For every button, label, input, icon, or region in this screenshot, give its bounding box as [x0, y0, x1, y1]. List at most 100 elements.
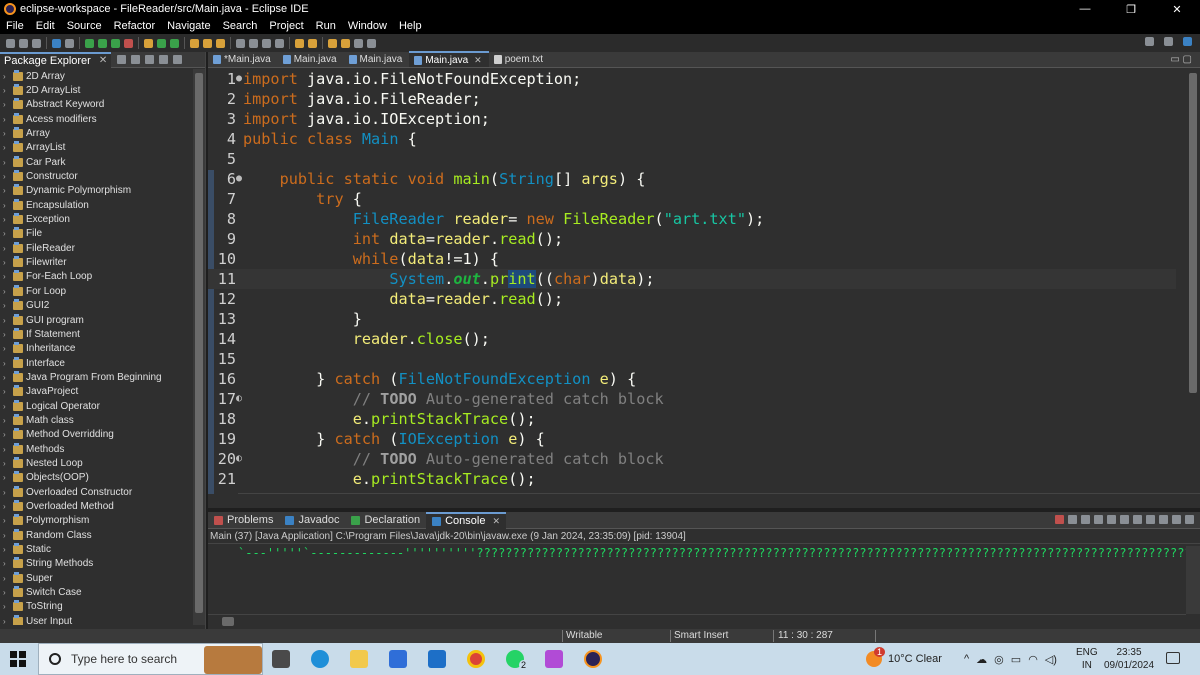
new-class-icon[interactable] — [170, 38, 179, 48]
taskbar-search-box[interactable]: Type here to search — [38, 643, 263, 675]
tree-item[interactable]: › Encapsulation — [0, 198, 192, 212]
code-line[interactable]: 9 int data=reader.read(); — [208, 229, 1176, 249]
tree-item[interactable]: › Math class — [0, 413, 192, 427]
fold-marker-icon[interactable]: ● — [236, 169, 242, 189]
chevron-right-icon[interactable]: › — [3, 387, 11, 396]
coverage-icon[interactable] — [111, 38, 120, 48]
console-output[interactable]: `---'''''`-------------''''''''''???????… — [208, 546, 1186, 560]
menu-project[interactable]: Project — [263, 20, 309, 32]
new-package-icon[interactable] — [157, 38, 166, 48]
chevron-right-icon[interactable]: › — [3, 143, 11, 152]
chevron-right-icon[interactable]: › — [3, 416, 11, 425]
chevron-right-icon[interactable]: › — [3, 545, 11, 554]
editor-tab[interactable]: Main.java — [344, 51, 410, 67]
chevron-right-icon[interactable]: › — [3, 531, 11, 540]
tree-item[interactable]: › Java Program From Beginning — [0, 370, 192, 384]
remove-launch-icon[interactable] — [1068, 515, 1077, 524]
chevron-right-icon[interactable]: › — [3, 158, 11, 167]
chevron-right-icon[interactable]: › — [3, 430, 11, 439]
chrome-icon[interactable] — [467, 650, 485, 668]
chevron-right-icon[interactable]: › — [3, 201, 11, 210]
tree-item[interactable]: › Random Class — [0, 528, 192, 542]
code-line[interactable]: 6 ● public static void main(String[] args… — [208, 169, 1176, 189]
code-line[interactable]: 7 try { — [208, 189, 1176, 209]
search-toolbar-icon[interactable] — [216, 38, 225, 48]
tree-item[interactable]: › Nested Loop — [0, 456, 192, 470]
wifi-icon[interactable]: ◠ — [1028, 653, 1038, 666]
code-area[interactable]: 1 ● import java.io.FileNotFoundException; 2… — [208, 69, 1176, 493]
minimize-view-icon[interactable] — [1172, 515, 1181, 524]
tree-item[interactable]: › User Input — [0, 614, 192, 625]
chevron-right-icon[interactable]: › — [3, 488, 11, 497]
package-explorer-scrollbar[interactable] — [193, 69, 205, 625]
menu-navigate[interactable]: Navigate — [161, 20, 216, 32]
scroll-lock-icon[interactable] — [1107, 515, 1116, 524]
clear-console-icon[interactable] — [1094, 515, 1103, 524]
menu-search[interactable]: Search — [217, 20, 264, 32]
tree-item[interactable]: › GUI2 — [0, 299, 192, 313]
menu-file[interactable]: File — [0, 20, 30, 32]
console-horizontal-scrollbar[interactable] — [208, 614, 1186, 627]
tree-item[interactable]: › GUI program — [0, 313, 192, 327]
chevron-right-icon[interactable]: › — [3, 100, 11, 109]
run-icon[interactable] — [98, 38, 107, 48]
forward-icon[interactable] — [341, 38, 350, 48]
remove-all-launches-icon[interactable] — [1081, 515, 1090, 524]
task-marker-icon[interactable]: ◐ — [236, 389, 242, 409]
tree-item[interactable]: › Overloaded Method — [0, 499, 192, 513]
notifications-icon[interactable] — [1166, 652, 1180, 664]
photo-editor-icon[interactable] — [545, 650, 563, 668]
tree-item[interactable]: › String Methods — [0, 557, 192, 571]
editor-scroll-thumb[interactable] — [1189, 73, 1197, 393]
chevron-right-icon[interactable]: › — [3, 516, 11, 525]
tab-javadoc[interactable]: Javadoc — [279, 512, 345, 529]
open-type-icon[interactable] — [190, 38, 199, 48]
chevron-right-icon[interactable]: › — [3, 287, 11, 296]
chevron-right-icon[interactable]: › — [3, 86, 11, 95]
tree-item[interactable]: › Inheritance — [0, 342, 192, 356]
java-perspective-icon[interactable] — [1183, 37, 1192, 46]
chevron-right-icon[interactable]: › — [3, 186, 11, 195]
fold-marker-icon[interactable]: ● — [236, 69, 242, 89]
tab-declaration[interactable]: Declaration — [345, 512, 426, 529]
code-line[interactable]: 20 ◐ // TODO Auto-generated catch block — [208, 449, 1176, 469]
tree-item[interactable]: › Logical Operator — [0, 399, 192, 413]
next-annotation-icon[interactable] — [295, 38, 304, 48]
chevron-right-icon[interactable]: › — [3, 402, 11, 411]
tree-item[interactable]: › If Statement — [0, 327, 192, 341]
pin-editor-icon[interactable] — [367, 38, 376, 48]
task-marker-icon[interactable]: ◐ — [236, 449, 242, 469]
code-line[interactable]: 8 FileReader reader= new FileReader("art… — [208, 209, 1176, 229]
chevron-right-icon[interactable]: › — [3, 244, 11, 253]
tree-item[interactable]: › Methods — [0, 442, 192, 456]
console-vertical-scrollbar[interactable] — [1186, 546, 1200, 614]
onedrive-icon[interactable]: ☁ — [976, 653, 987, 666]
last-edit-icon[interactable] — [354, 38, 363, 48]
chevron-right-icon[interactable]: › — [3, 172, 11, 181]
tree-item[interactable]: › Filewriter — [0, 255, 192, 269]
editor-view-controls[interactable]: ▭ ▢ — [1170, 54, 1192, 65]
code-line[interactable]: 18 e.printStackTrace(); — [208, 409, 1176, 429]
minimize-button[interactable]: — — [1062, 0, 1108, 18]
close-icon[interactable]: ✕ — [99, 55, 107, 66]
code-line[interactable]: 10 while(data!=1) { — [208, 249, 1176, 269]
open-console-icon[interactable] — [1159, 515, 1168, 524]
task-view-icon[interactable] — [272, 650, 290, 668]
save-all-icon[interactable] — [32, 38, 41, 48]
editor-tab[interactable]: Main.java — [278, 51, 344, 67]
display-selected-console-icon[interactable] — [1146, 515, 1155, 524]
windows-start-icon[interactable] — [10, 651, 26, 667]
menu-help[interactable]: Help — [393, 20, 428, 32]
chevron-right-icon[interactable]: › — [3, 129, 11, 138]
tree-item[interactable]: › Abstract Keyword — [0, 98, 192, 112]
previous-annotation-icon[interactable] — [308, 38, 317, 48]
tree-item[interactable]: › Dynamic Polymorphism — [0, 184, 192, 198]
close-icon[interactable]: ✕ — [492, 516, 500, 527]
tree-item[interactable]: › ToString — [0, 600, 192, 614]
toggle-block-selection-icon[interactable] — [262, 38, 271, 48]
new-icon[interactable] — [6, 38, 15, 48]
code-line[interactable]: 4 public class Main { — [208, 129, 1176, 149]
chevron-right-icon[interactable]: › — [3, 373, 11, 382]
code-line[interactable]: 15 — [208, 349, 1176, 369]
skip-breakpoints-icon[interactable] — [65, 38, 74, 48]
